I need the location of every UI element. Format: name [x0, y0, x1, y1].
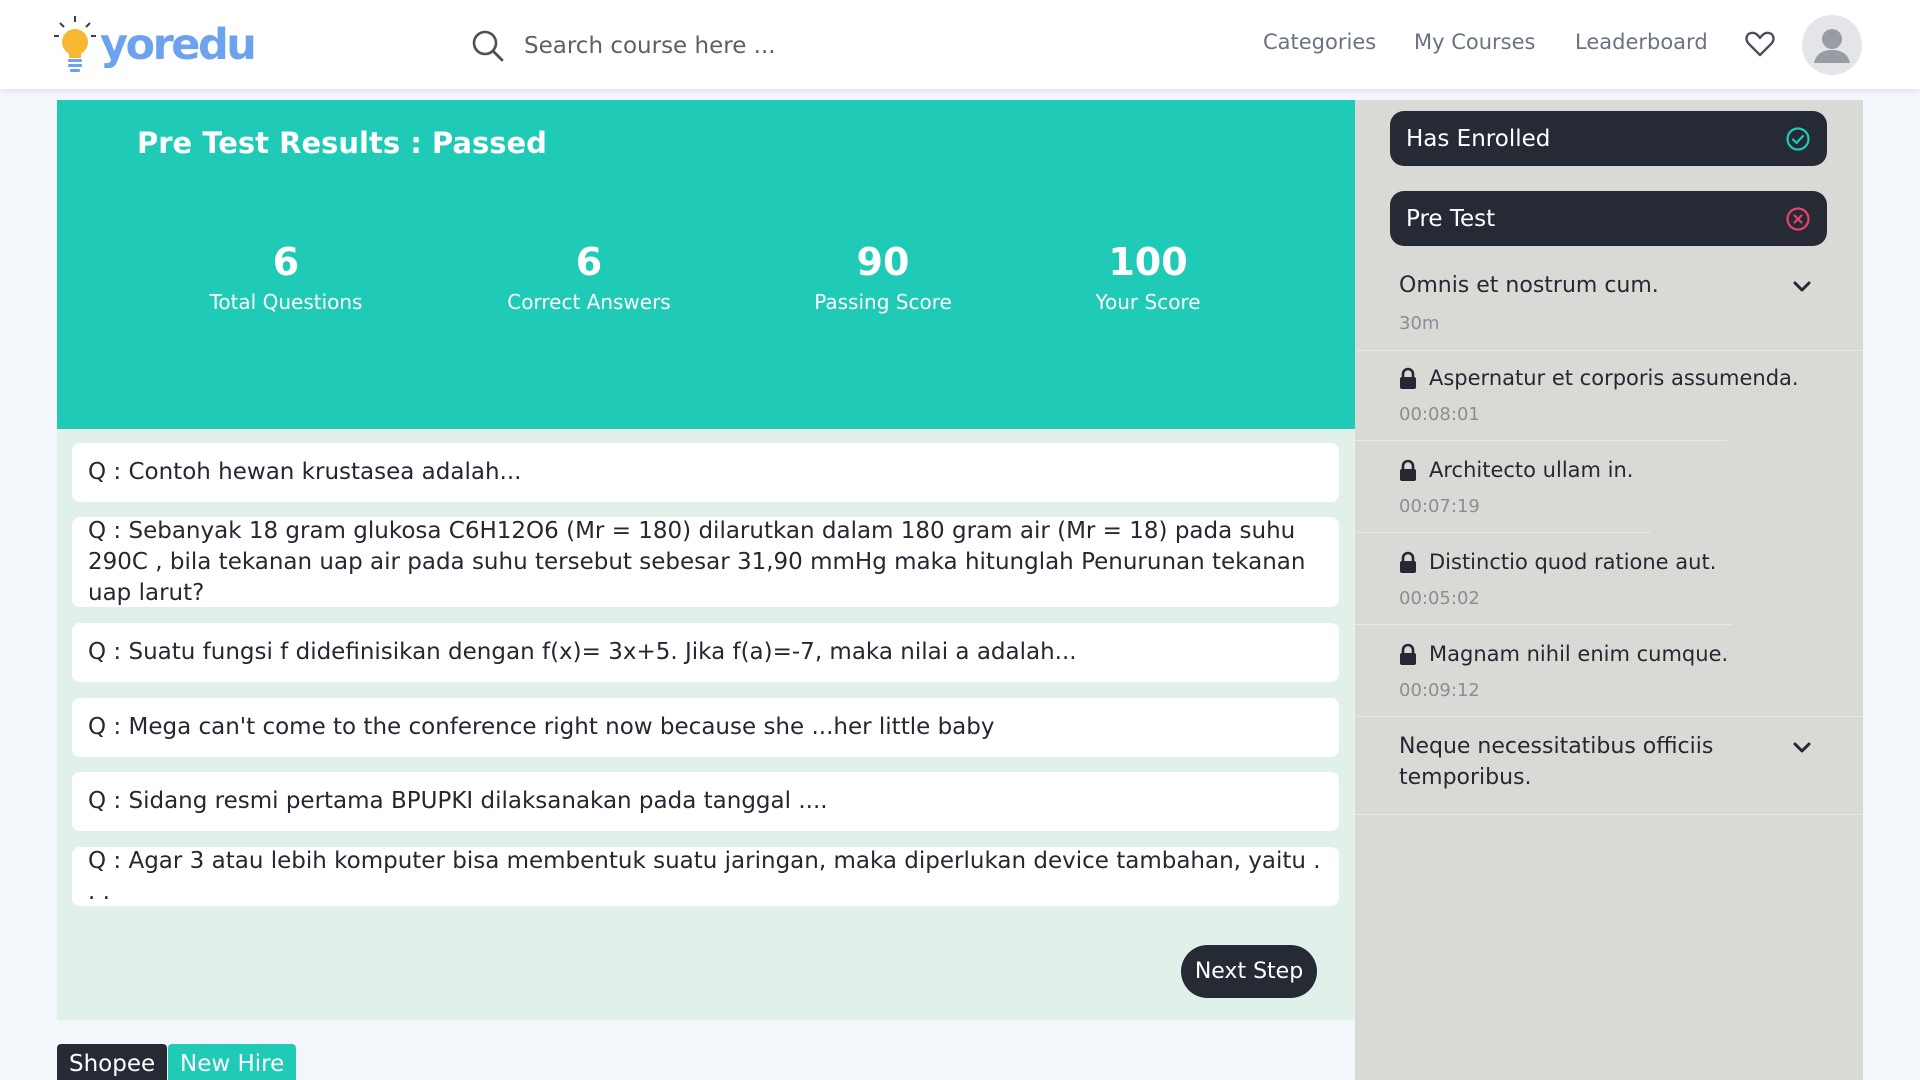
- lesson-title: Magnam nihil enim cumque.: [1429, 642, 1729, 666]
- question-card: Q : Contoh hewan krustasea adalah...: [72, 443, 1339, 502]
- lesson-time: 00:07:19: [1399, 496, 1480, 517]
- stat-label: Passing Score: [814, 290, 952, 314]
- stat-value: 6: [272, 240, 300, 284]
- lesson-time: 00:09:12: [1399, 680, 1480, 701]
- lock-icon: [1400, 643, 1416, 665]
- question-card: Q : Sebanyak 18 gram glukosa C6H12O6 (Mr…: [72, 517, 1339, 607]
- yoredu-logo[interactable]: yoredu: [52, 14, 257, 76]
- section-title[interactable]: Omnis et nostrum cum.: [1399, 270, 1819, 301]
- tag-new-hire[interactable]: New Hire: [168, 1044, 297, 1080]
- divider: [1355, 350, 1863, 351]
- chevron-down-icon[interactable]: [1791, 275, 1813, 297]
- divider: [1355, 624, 1733, 625]
- divider: [1355, 716, 1863, 717]
- section-duration: 30m: [1399, 313, 1440, 334]
- next-step-button[interactable]: Next Step: [1181, 945, 1317, 998]
- search-bar: [470, 26, 890, 66]
- brand-name: yoredu: [100, 20, 257, 70]
- stat-value: 6: [575, 240, 603, 284]
- question-card: Q : Suatu fungsi f didefinisikan dengan …: [72, 623, 1339, 682]
- stat-correct-answers: 6 Correct Answers: [507, 240, 670, 314]
- stat-value: 100: [1108, 240, 1188, 284]
- lesson-item[interactable]: Architecto ullam in. 00:07:19: [1399, 458, 1839, 517]
- course-sidebar: Has Enrolled Pre Test Omnis et nostrum c…: [1355, 100, 1863, 1080]
- lesson-time: 00:08:01: [1399, 404, 1480, 425]
- results-title: Pre Test Results : Passed: [137, 126, 547, 160]
- lesson-title: Architecto ullam in.: [1429, 458, 1634, 482]
- stat-value: 90: [856, 240, 910, 284]
- tag-shopee[interactable]: Shopee: [57, 1044, 168, 1080]
- divider: [1355, 532, 1651, 533]
- pre-test-label: Pre Test: [1406, 205, 1496, 232]
- lesson-item[interactable]: Magnam nihil enim cumque. 00:09:12: [1399, 642, 1839, 701]
- lesson-title: Aspernatur et corporis assumenda.: [1429, 366, 1799, 390]
- lock-icon: [1400, 459, 1416, 481]
- nav-my-courses[interactable]: My Courses: [1414, 30, 1535, 54]
- user-icon: [1814, 29, 1850, 63]
- question-card: Q : Mega can't come to the conference ri…: [72, 698, 1339, 757]
- lightbulb-icon: [54, 16, 96, 72]
- nav-leaderboard[interactable]: Leaderboard: [1575, 30, 1708, 54]
- stat-label: Total Questions: [209, 290, 363, 314]
- heart-icon[interactable]: [1745, 30, 1775, 58]
- divider: [1355, 814, 1863, 815]
- question-list: Q : Contoh hewan krustasea adalah... Q :…: [57, 429, 1355, 1020]
- check-circle-icon: [1786, 126, 1810, 151]
- question-card: Q : Sidang resmi pertama BPUPKI dilaksan…: [72, 772, 1339, 831]
- nav-categories[interactable]: Categories: [1263, 30, 1376, 54]
- lock-icon: [1400, 367, 1416, 389]
- x-circle-icon: [1786, 206, 1810, 231]
- lock-icon: [1400, 551, 1416, 573]
- avatar[interactable]: [1802, 15, 1862, 75]
- section-title[interactable]: Neque necessitatibus officiis temporibus…: [1399, 731, 1739, 793]
- lesson-item[interactable]: Distinctio quod ratione aut. 00:05:02: [1399, 550, 1839, 609]
- stat-passing-score: 90 Passing Score: [814, 240, 952, 314]
- has-enrolled-label: Has Enrolled: [1406, 125, 1551, 152]
- pre-test-item[interactable]: Pre Test: [1390, 191, 1827, 246]
- lesson-title: Distinctio quod ratione aut.: [1429, 550, 1717, 574]
- top-navbar: yoredu Categories My Courses Leaderboard: [0, 0, 1920, 89]
- stat-total-questions: 6 Total Questions: [210, 240, 363, 314]
- lesson-time: 00:05:02: [1399, 588, 1480, 609]
- chevron-down-icon[interactable]: [1791, 736, 1813, 758]
- stat-your-score: 100 Your Score: [1095, 240, 1200, 314]
- results-panel: Pre Test Results : Passed 6 Total Questi…: [57, 100, 1355, 429]
- question-card: Q : Agar 3 atau lebih komputer bisa memb…: [72, 847, 1339, 906]
- search-input[interactable]: [524, 33, 884, 59]
- divider: [1355, 440, 1727, 441]
- lesson-item[interactable]: Aspernatur et corporis assumenda. 00:08:…: [1399, 366, 1839, 425]
- stat-label: Correct Answers: [507, 290, 671, 314]
- stat-label: Your Score: [1095, 290, 1201, 314]
- search-icon[interactable]: [470, 28, 506, 64]
- has-enrolled-item[interactable]: Has Enrolled: [1390, 111, 1827, 166]
